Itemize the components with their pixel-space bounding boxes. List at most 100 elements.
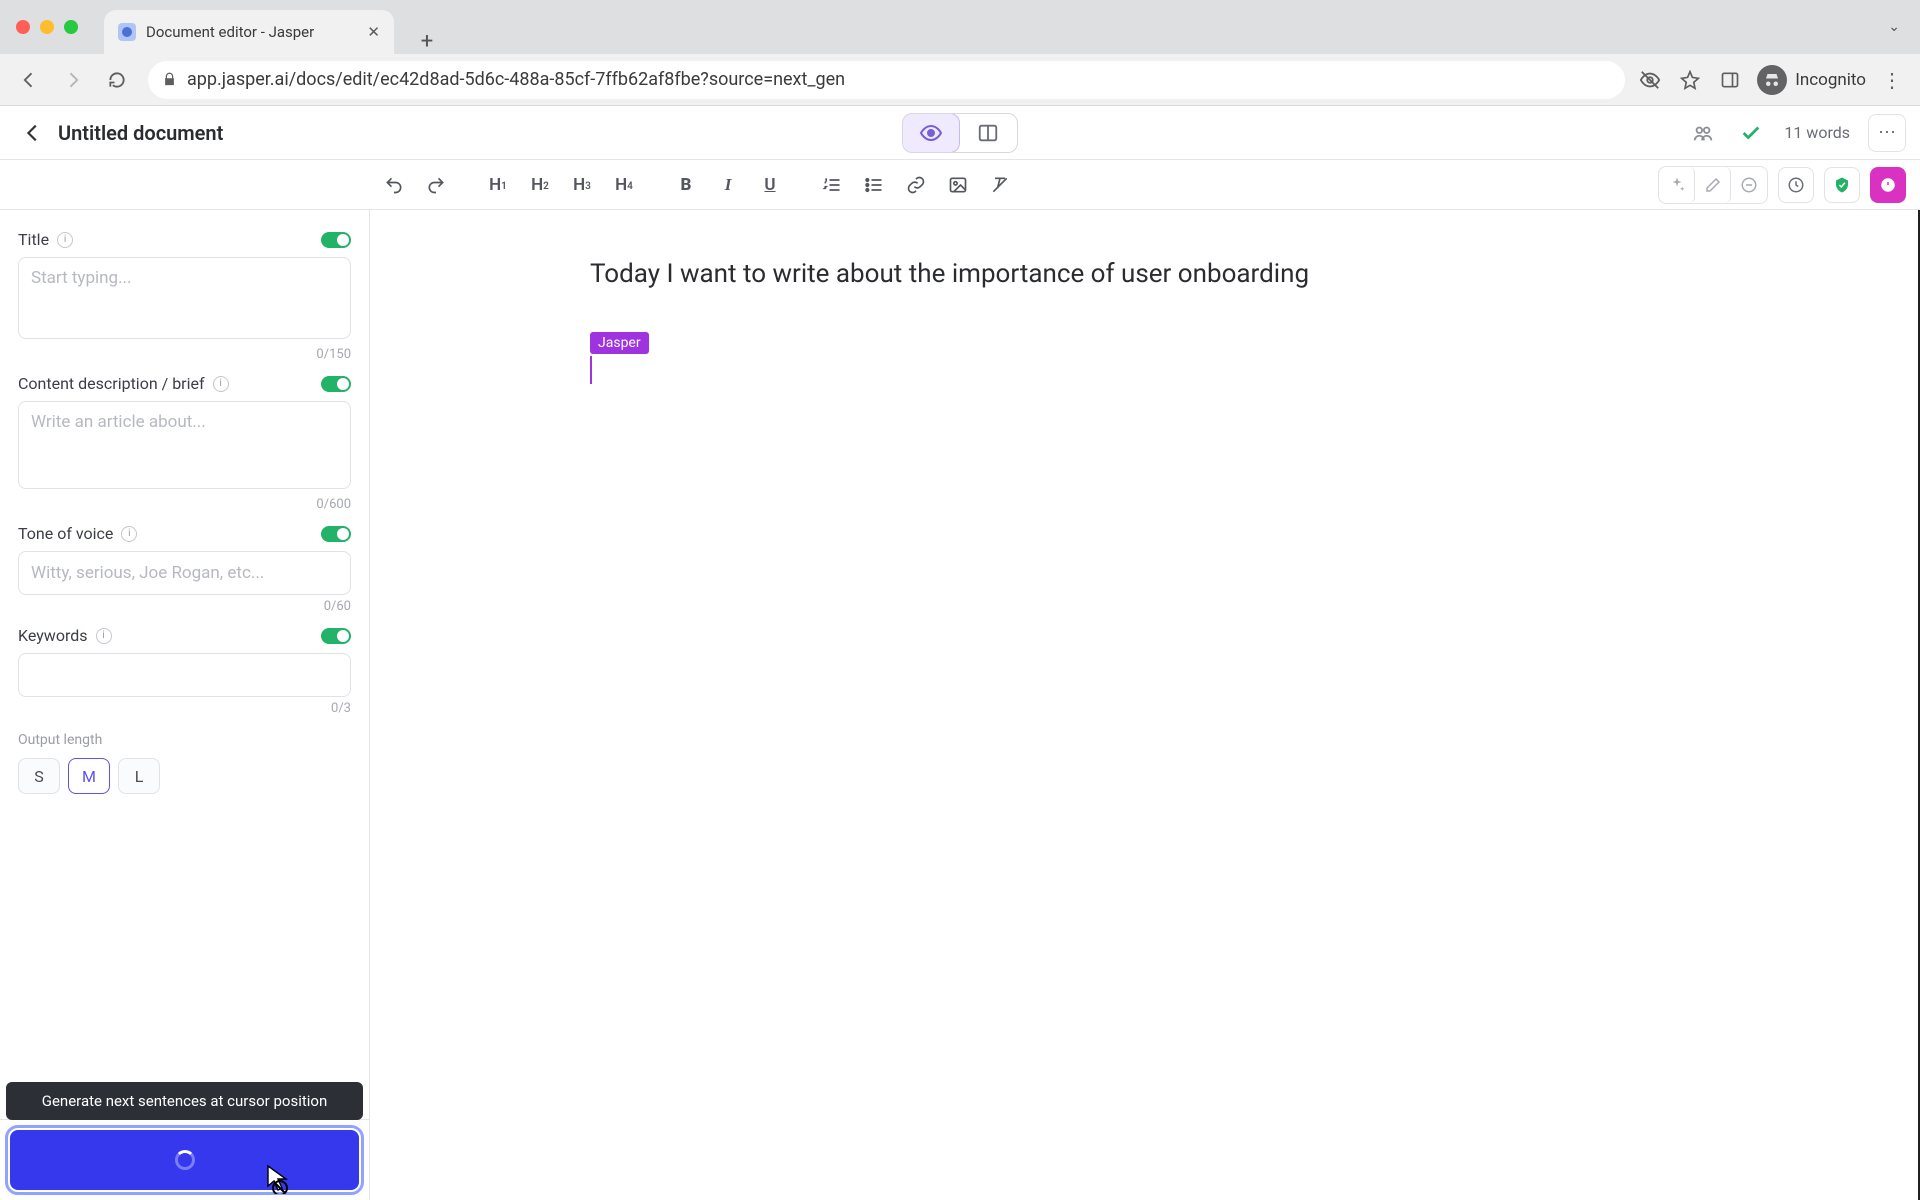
brief-counter: 0/600 — [18, 497, 351, 512]
document-line[interactable]: Today I want to write about the importan… — [590, 256, 1650, 292]
brief-label: Content description / brief — [18, 374, 205, 393]
incognito-avatar-icon — [1757, 65, 1787, 95]
browser-tabs: Document editor - Jasper ✕ + — [104, 0, 442, 54]
link-button[interactable] — [898, 167, 934, 203]
app-more-button[interactable]: ⋯ — [1868, 114, 1906, 152]
output-length-l[interactable]: L — [118, 758, 160, 794]
tone-label: Tone of voice — [18, 524, 113, 543]
keywords-label: Keywords — [18, 626, 88, 645]
tabs-overflow-icon[interactable]: ⌄ — [1888, 19, 1900, 35]
history-button[interactable] — [1778, 167, 1814, 203]
editor-toolbar: H1 H2 H3 H4 B I U — [0, 160, 1920, 210]
brief-toggle[interactable] — [321, 376, 351, 392]
share-icon[interactable] — [1688, 118, 1718, 148]
document-title[interactable]: Untitled document — [58, 121, 223, 145]
output-length-s[interactable]: S — [18, 758, 60, 794]
ai-delete-button[interactable] — [1731, 167, 1767, 203]
lock-icon — [162, 72, 177, 87]
brief-input[interactable] — [18, 401, 351, 489]
keywords-field-block: Keywords i 0/3 — [18, 626, 351, 716]
keywords-toggle[interactable] — [321, 628, 351, 644]
output-length-m[interactable]: M — [68, 758, 110, 794]
star-icon[interactable] — [1677, 67, 1703, 93]
incognito-label: Incognito — [1795, 70, 1866, 90]
window-minimize-button[interactable] — [40, 20, 54, 34]
bold-button[interactable]: B — [668, 167, 704, 203]
underline-button[interactable]: U — [752, 167, 788, 203]
window-controls — [16, 20, 78, 34]
heading2-button[interactable]: H2 — [522, 167, 558, 203]
title-field-block: Title i 0/150 — [18, 230, 351, 362]
compose-button[interactable] — [10, 1130, 359, 1190]
tone-counter: 0/60 — [18, 599, 351, 614]
brief-field-block: Content description / brief i 0/600 — [18, 374, 351, 512]
window-maximize-button[interactable] — [64, 20, 78, 34]
editor-canvas[interactable]: Today I want to write about the importan… — [370, 210, 1920, 1200]
info-icon[interactable]: i — [96, 628, 112, 644]
undo-button[interactable] — [376, 167, 412, 203]
new-tab-button[interactable]: + — [412, 29, 442, 54]
tab-close-icon[interactable]: ✕ — [367, 23, 380, 41]
saved-check-icon — [1736, 118, 1766, 148]
profile-incognito[interactable]: Incognito — [1757, 65, 1866, 95]
view-mode-focus[interactable] — [902, 113, 960, 153]
ai-edit-button[interactable] — [1695, 167, 1731, 203]
ai-action-group — [1658, 166, 1768, 204]
nav-forward-button[interactable] — [54, 61, 92, 99]
info-icon[interactable]: i — [213, 376, 229, 392]
loading-spinner-icon — [175, 1150, 195, 1170]
window-close-button[interactable] — [16, 20, 30, 34]
sidebar-footer: Generate next sentences at cursor positi… — [0, 1119, 369, 1200]
document-content[interactable]: Today I want to write about the importan… — [590, 256, 1650, 384]
eye-off-icon[interactable] — [1637, 67, 1663, 93]
nav-back-button[interactable] — [10, 61, 48, 99]
info-icon[interactable]: i — [121, 526, 137, 542]
browser-menu-button[interactable]: ⋮ — [1880, 68, 1904, 92]
heading4-button[interactable]: H4 — [606, 167, 642, 203]
compose-tooltip: Generate next sentences at cursor positi… — [6, 1082, 363, 1120]
nav-reload-button[interactable] — [98, 61, 136, 99]
panel-icon[interactable] — [1717, 67, 1743, 93]
app-back-button[interactable] — [18, 118, 48, 148]
unordered-list-button[interactable] — [856, 167, 892, 203]
tab-favicon — [118, 23, 136, 41]
text-caret — [590, 356, 592, 384]
view-mode-toggle — [902, 113, 1018, 153]
mouse-cursor-icon — [266, 1164, 292, 1194]
tone-toggle[interactable] — [321, 526, 351, 542]
url-input[interactable]: app.jasper.ai/docs/edit/ec42d8ad-5d6c-48… — [148, 61, 1625, 99]
info-icon[interactable]: i — [57, 232, 73, 248]
ordered-list-button[interactable] — [814, 167, 850, 203]
redo-button[interactable] — [418, 167, 454, 203]
plagiarism-check-button[interactable] — [1824, 167, 1860, 203]
url-text: app.jasper.ai/docs/edit/ec42d8ad-5d6c-48… — [187, 69, 845, 90]
app-header: Untitled document 11 words ⋯ — [0, 106, 1920, 160]
jasper-cursor-tag: Jasper — [590, 332, 649, 354]
tab-title: Document editor - Jasper — [146, 23, 357, 41]
keywords-counter: 0/3 — [18, 701, 351, 716]
image-button[interactable] — [940, 167, 976, 203]
heading3-button[interactable]: H3 — [564, 167, 600, 203]
output-length-block: Output length S M L — [18, 732, 351, 794]
heading1-button[interactable]: H1 — [480, 167, 516, 203]
clear-format-button[interactable] — [982, 167, 1018, 203]
ai-sparkle-button[interactable] — [1659, 167, 1695, 203]
sidebar: Title i 0/150 Content description / brie… — [0, 210, 370, 1200]
browser-titlebar: Document editor - Jasper ✕ + ⌄ — [0, 0, 1920, 54]
tone-input[interactable] — [18, 551, 351, 595]
brand-voice-button[interactable] — [1870, 167, 1906, 203]
header-right-cluster: 11 words ⋯ — [1688, 114, 1906, 152]
view-mode-split[interactable] — [959, 114, 1017, 152]
browser-tab-active[interactable]: Document editor - Jasper ✕ — [104, 10, 394, 54]
main-area: Title i 0/150 Content description / brie… — [0, 210, 1920, 1200]
title-input[interactable] — [18, 257, 351, 339]
italic-button[interactable]: I — [710, 167, 746, 203]
title-label: Title — [18, 230, 49, 249]
browser-address-bar: app.jasper.ai/docs/edit/ec42d8ad-5d6c-48… — [0, 54, 1920, 106]
title-toggle[interactable] — [321, 232, 351, 248]
tone-field-block: Tone of voice i 0/60 — [18, 524, 351, 614]
keywords-input[interactable] — [18, 653, 351, 697]
title-counter: 0/150 — [18, 347, 351, 362]
browser-right-controls: Incognito ⋮ — [1637, 65, 1904, 95]
output-length-label: Output length — [18, 732, 351, 748]
